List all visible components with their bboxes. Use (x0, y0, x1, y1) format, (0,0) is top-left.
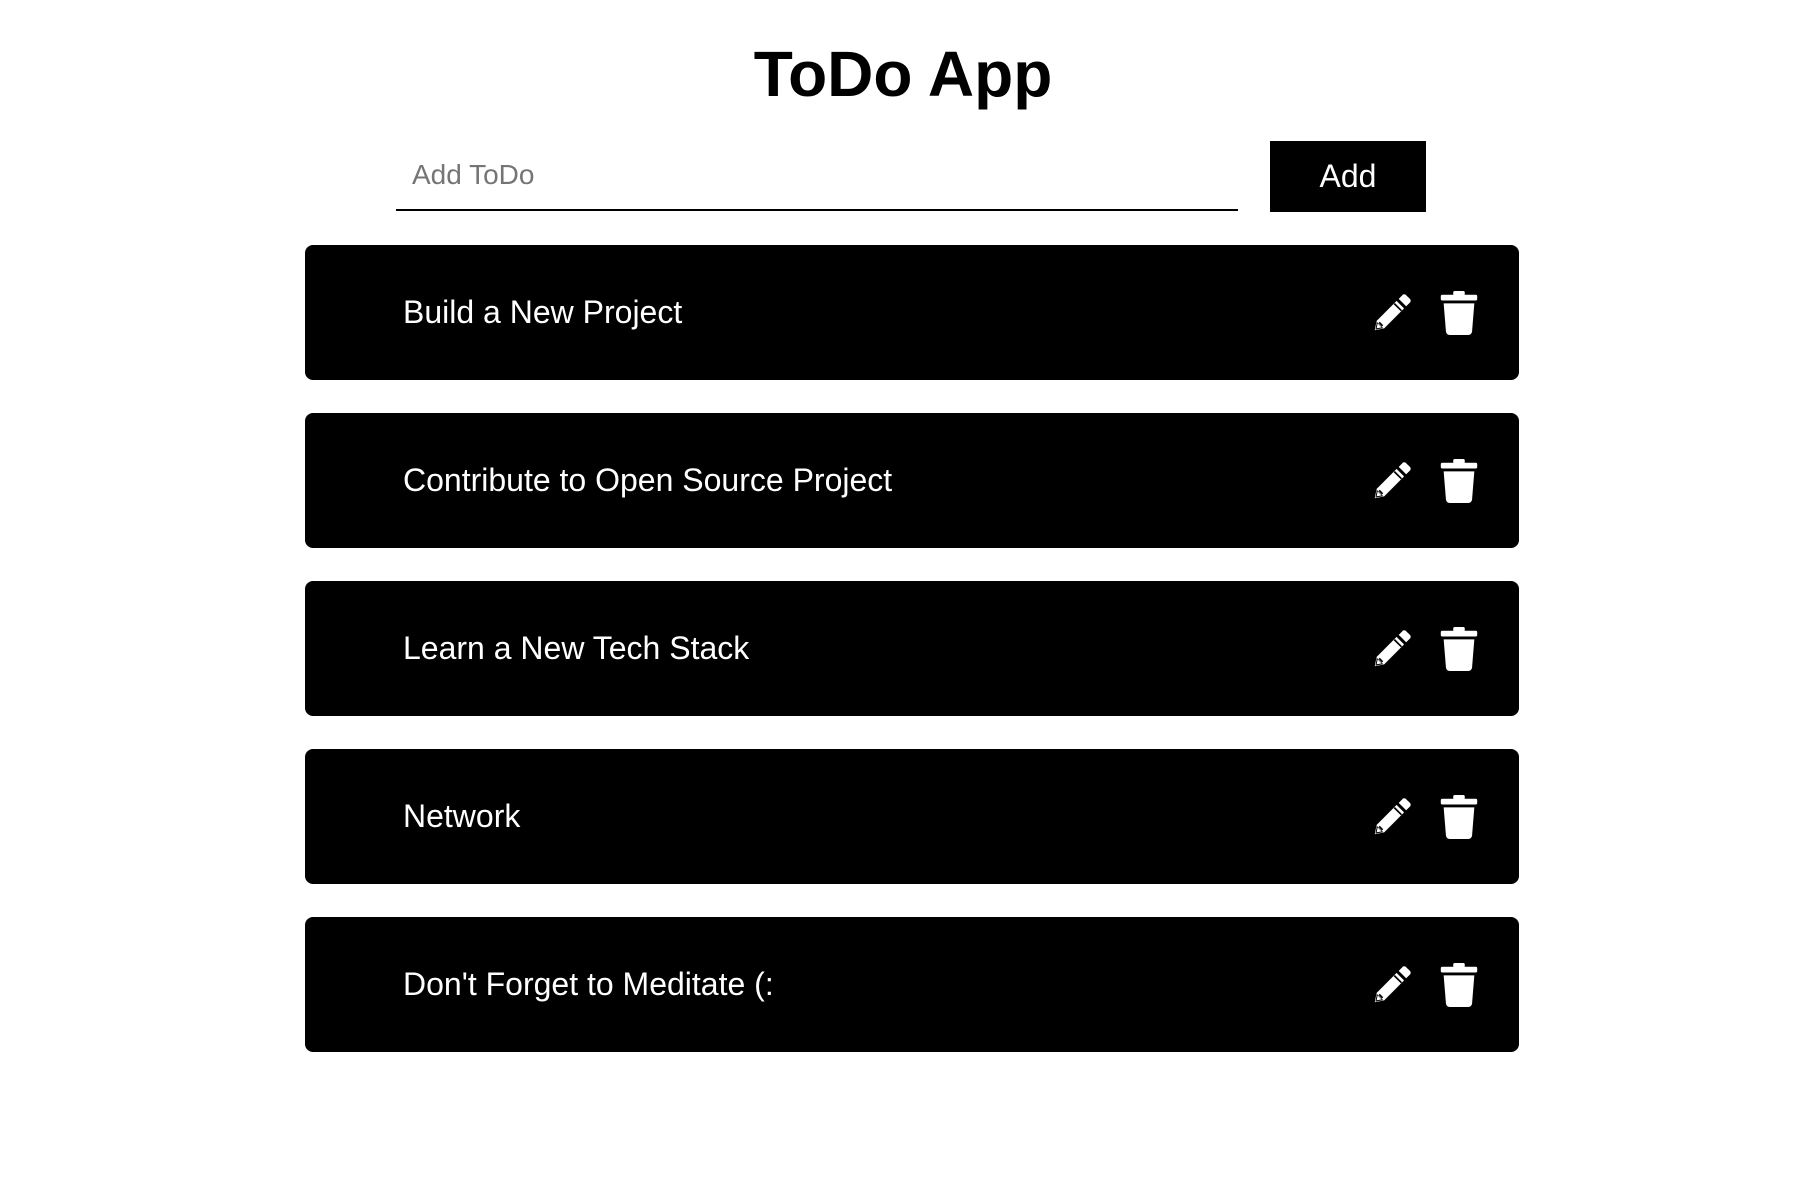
trash-icon (1438, 290, 1480, 336)
todo-text: Build a New Project (403, 294, 683, 330)
delete-button[interactable] (1435, 625, 1483, 673)
todo-item: Learn a New Tech Stack (305, 581, 1519, 716)
edit-button[interactable] (1368, 961, 1416, 1009)
todo-text: Don't Forget to Meditate (: (403, 966, 774, 1002)
pencil-icon (1369, 794, 1415, 840)
delete-button[interactable] (1435, 289, 1483, 337)
todo-item: Build a New Project (305, 245, 1519, 380)
pencil-icon (1369, 626, 1415, 672)
delete-button[interactable] (1435, 793, 1483, 841)
pencil-icon (1369, 290, 1415, 336)
todo-text: Network (403, 798, 521, 834)
add-button[interactable]: Add (1270, 141, 1426, 212)
trash-icon (1438, 962, 1480, 1008)
add-todo-input[interactable] (396, 141, 1238, 211)
pencil-icon (1369, 458, 1415, 504)
todo-list: Build a New Project Contribute to Open S… (305, 245, 1519, 1085)
trash-icon (1438, 626, 1480, 672)
add-todo-form: Add (396, 141, 1426, 212)
trash-icon (1438, 794, 1480, 840)
edit-button[interactable] (1368, 625, 1416, 673)
delete-button[interactable] (1435, 457, 1483, 505)
todo-item: Network (305, 749, 1519, 884)
delete-button[interactable] (1435, 961, 1483, 1009)
edit-button[interactable] (1368, 793, 1416, 841)
todo-text: Contribute to Open Source Project (403, 462, 893, 498)
trash-icon (1438, 458, 1480, 504)
edit-button[interactable] (1368, 457, 1416, 505)
edit-button[interactable] (1368, 289, 1416, 337)
pencil-icon (1369, 962, 1415, 1008)
todo-text: Learn a New Tech Stack (403, 630, 750, 666)
page-title: ToDo App (753, 38, 1053, 110)
todo-item: Contribute to Open Source Project (305, 413, 1519, 548)
todo-item: Don't Forget to Meditate (: (305, 917, 1519, 1052)
